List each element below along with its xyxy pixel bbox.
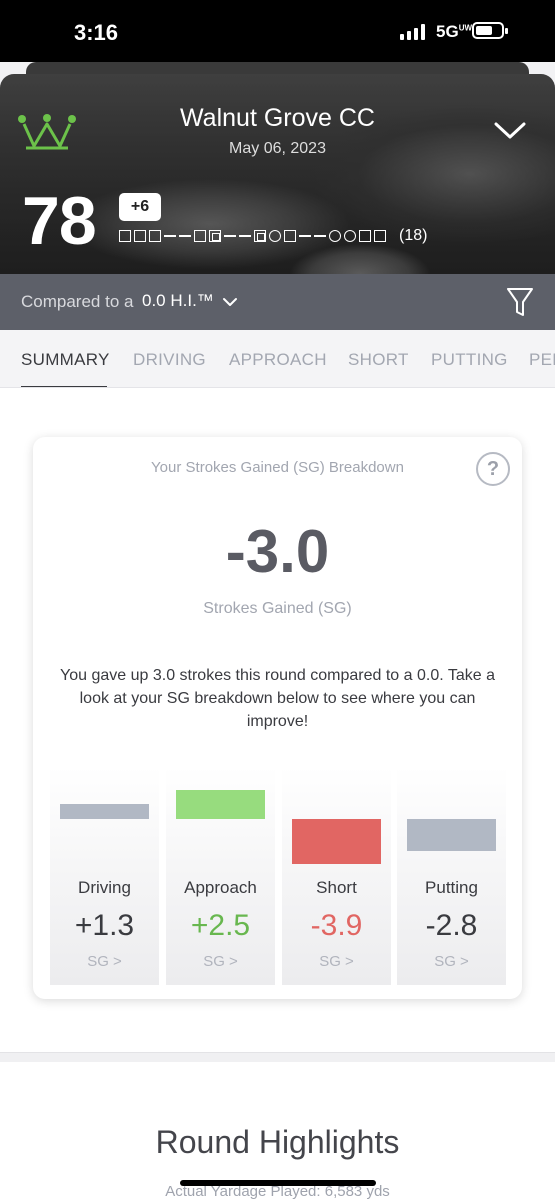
hole-12-square-icon bbox=[284, 230, 296, 242]
hole-15-circle-icon bbox=[329, 230, 341, 242]
to-par-badge: +6 bbox=[119, 193, 161, 221]
hole-5-dash-icon bbox=[179, 230, 191, 242]
category-value: +2.5 bbox=[190, 909, 251, 942]
sg-link[interactable]: SG > bbox=[397, 953, 506, 970]
category-name: Approach bbox=[184, 878, 257, 897]
highlights-title: Round Highlights bbox=[155, 1124, 400, 1160]
hole-13-dash-icon bbox=[299, 230, 311, 242]
tab-summary[interactable]: SUMMARY bbox=[21, 350, 110, 370]
sg-link[interactable]: SG > bbox=[166, 953, 275, 970]
tab-driving[interactable]: DRIVING bbox=[133, 350, 206, 370]
card-title: Your Strokes Gained (SG) Breakdown bbox=[151, 459, 404, 476]
hole-17-square-icon bbox=[359, 230, 371, 242]
category-name: Putting bbox=[425, 878, 478, 897]
category-value: +1.3 bbox=[74, 909, 135, 942]
hole-11-circle-icon bbox=[269, 230, 281, 242]
sg-column-driving[interactable]: Driving +1.3 SG > bbox=[50, 767, 159, 985]
chevron-down-icon[interactable] bbox=[492, 118, 528, 142]
sg-bar-driving bbox=[60, 804, 149, 819]
category-name: Short bbox=[316, 878, 357, 897]
total-strokes-gained-label: Strokes Gained (SG) bbox=[203, 600, 352, 617]
sg-bar-putting bbox=[407, 819, 496, 852]
hole-6-square-icon bbox=[194, 230, 206, 242]
home-indicator[interactable] bbox=[180, 1180, 376, 1186]
hole-1-square-icon bbox=[119, 230, 131, 242]
category-name: Driving bbox=[78, 878, 131, 897]
filter-icon[interactable] bbox=[506, 286, 534, 318]
hole-16-circle-icon bbox=[344, 230, 356, 242]
compare-bar: Compared to a 0.0 H.I.™ bbox=[0, 274, 555, 330]
status-time: 3:16 bbox=[74, 20, 119, 45]
hole-by-hole-summary: (18) bbox=[119, 226, 427, 246]
tab-approach[interactable]: APPROACH bbox=[229, 350, 327, 370]
network-label: 5GUW bbox=[436, 22, 473, 41]
compare-label: Compared to a bbox=[21, 292, 134, 311]
hole-2-square-icon bbox=[134, 230, 146, 242]
sg-category-chart: Driving +1.3 SG > Approach +2.5 SG > Sho… bbox=[50, 767, 506, 985]
category-value: -2.8 bbox=[425, 909, 478, 942]
hole-7-double-square-icon bbox=[209, 230, 221, 242]
sg-description: You gave up 3.0 strokes this round compa… bbox=[60, 667, 495, 730]
total-score: 78 bbox=[22, 183, 97, 259]
sg-link[interactable]: SG > bbox=[50, 953, 159, 970]
course-name: Walnut Grove CC bbox=[180, 104, 375, 132]
hole-4-dash-icon bbox=[164, 230, 176, 242]
hole-3-square-icon bbox=[149, 230, 161, 242]
hole-8-dash-icon bbox=[224, 230, 236, 242]
round-date: May 06, 2023 bbox=[229, 140, 326, 157]
sg-column-putting[interactable]: Putting -2.8 SG > bbox=[397, 767, 506, 985]
sg-column-short[interactable]: Short -3.9 SG > bbox=[282, 767, 391, 985]
hole-10-double-square-icon bbox=[254, 230, 266, 242]
sg-column-approach[interactable]: Approach +2.5 SG > bbox=[166, 767, 275, 985]
tab-bar: SUMMARY DRIVING APPROACH SHORT PUTTING P… bbox=[0, 330, 555, 388]
handicap-selector[interactable]: 0.0 H.I.™ bbox=[142, 291, 214, 311]
category-value: -3.9 bbox=[310, 909, 363, 942]
round-header: Walnut Grove CC May 06, 2023 78 +6 (18) bbox=[0, 74, 555, 274]
sg-bar-short bbox=[292, 819, 381, 864]
battery-icon bbox=[472, 22, 508, 39]
tab-performance[interactable]: PER bbox=[529, 350, 555, 370]
hole-9-dash-icon bbox=[239, 230, 251, 242]
help-icon[interactable]: ? bbox=[476, 452, 510, 486]
section-divider bbox=[0, 1052, 555, 1062]
sg-link[interactable]: SG > bbox=[282, 953, 391, 970]
signal-icon bbox=[400, 24, 425, 40]
total-strokes-gained: -3.0 bbox=[225, 518, 330, 585]
chevron-down-icon[interactable] bbox=[222, 296, 238, 308]
status-bar: 3:16 5GUW bbox=[0, 0, 555, 62]
sg-breakdown-card: Your Strokes Gained (SG) Breakdown ? -3.… bbox=[33, 437, 522, 999]
hole-count: (18) bbox=[399, 227, 428, 244]
hole-14-dash-icon bbox=[314, 230, 326, 242]
tab-putting[interactable]: PUTTING bbox=[431, 350, 508, 370]
sg-bar-approach bbox=[176, 790, 265, 819]
hole-18-square-icon bbox=[374, 230, 386, 242]
tab-short[interactable]: SHORT bbox=[348, 350, 409, 370]
